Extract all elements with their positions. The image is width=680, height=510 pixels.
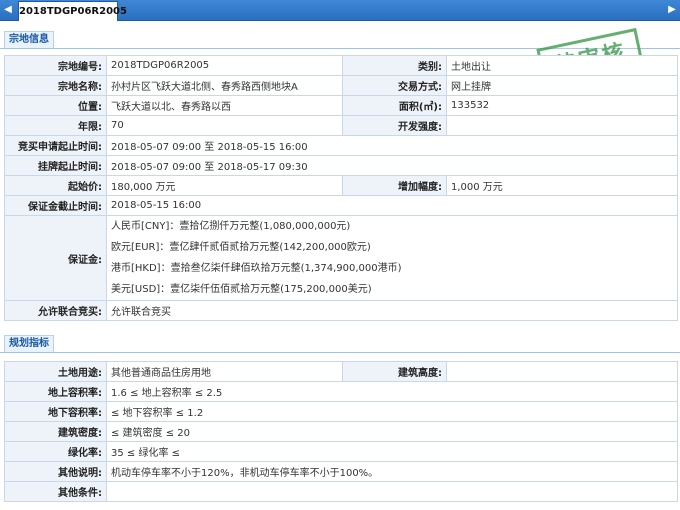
scroll-left-icon[interactable]: ◀ — [2, 2, 14, 18]
joint-bid: 允许联合竞买 — [106, 300, 678, 321]
start-price: 180,000 万元 — [106, 175, 343, 196]
scroll-right-icon[interactable]: ▶ — [666, 2, 678, 18]
far-above: 1.6 ≤ 地上容积率 ≤ 2.5 — [106, 381, 678, 402]
land-use: 其他普通商品住房用地 — [106, 361, 343, 382]
tab-parcel[interactable]: 2018TDGP06R2005 — [18, 1, 127, 21]
section-title: 宗地信息 — [4, 31, 54, 48]
table-row: 绿化率: 35 ≤ 绿化率 ≤ — [4, 441, 678, 462]
table-row: 竞买申请起止时间: 2018-05-07 09:00 至 2018-05-15 … — [4, 135, 678, 156]
listing-period: 2018-05-07 09:00 至 2018-05-17 09:30 — [106, 155, 678, 176]
table-row: 宗地编号: 2018TDGP06R2005 类别: 土地出让 — [4, 55, 678, 76]
deposit-usd: 美元[USD]：壹亿柒仟伍佰贰拾万元整(175,200,000美元) — [111, 284, 372, 295]
table-row: 宗地名称: 孙村片区飞跃大道北侧、春秀路西侧地块A 交易方式: 网上挂牌 — [4, 75, 678, 96]
table-row: 位置: 飞跃大道以北、春秀路以西 面积(㎡): 133532 — [4, 95, 678, 116]
parcel-code: 2018TDGP06R2005 — [106, 55, 343, 76]
trade-method: 网上挂牌 — [446, 75, 678, 96]
field-label: 地下容积率: — [4, 401, 107, 422]
table-row: 地上容积率: 1.6 ≤ 地上容积率 ≤ 2.5 — [4, 381, 678, 402]
table-row: 挂牌起止时间: 2018-05-07 09:00 至 2018-05-17 09… — [4, 155, 678, 176]
other-description: 机动车停车率不小于120%，非机动车停车率不小于100%。 — [106, 461, 678, 482]
field-label: 允许联合竞买: — [4, 300, 107, 321]
field-label: 宗地编号: — [4, 55, 107, 76]
parcel-term: 70 — [106, 115, 343, 136]
building-density: ≤ 建筑密度 ≤ 20 — [106, 421, 678, 442]
field-label: 竞买申请起止时间: — [4, 135, 107, 156]
parcel-location: 飞跃大道以北、春秀路以西 — [106, 95, 343, 116]
green-ratio: 35 ≤ 绿化率 ≤ — [106, 441, 678, 462]
field-label: 年限: — [4, 115, 107, 136]
price-increment: 1,000 万元 — [446, 175, 678, 196]
field-label: 面积(㎡): — [342, 95, 447, 116]
building-height — [446, 361, 678, 382]
field-label: 其他条件: — [4, 481, 107, 502]
field-label: 类别: — [342, 55, 447, 76]
parcel-name: 孙村片区飞跃大道北侧、春秀路西侧地块A — [106, 75, 343, 96]
field-label: 土地用途: — [4, 361, 107, 382]
deposit-cny: 人民币[CNY]：壹拾亿捌仟万元整(1,080,000,000元) — [111, 221, 351, 232]
table-row: 其他说明: 机动车停车率不小于120%，非机动车停车率不小于100%。 — [4, 461, 678, 482]
table-row: 允许联合竞买: 允许联合竞买 — [4, 300, 678, 321]
field-label: 保证金截止时间: — [4, 195, 107, 216]
table-row: 地下容积率: ≤ 地下容积率 ≤ 1.2 — [4, 401, 678, 422]
field-label: 交易方式: — [342, 75, 447, 96]
field-label: 保证金: — [4, 215, 107, 301]
table-row: 起始价: 180,000 万元 增加幅度: 1,000 万元 — [4, 175, 678, 196]
far-below: ≤ 地下容积率 ≤ 1.2 — [106, 401, 678, 422]
top-tab-bar: ◀ 2018TDGP06R2005 ▶ — [0, 0, 680, 21]
section-header-planning: 规划指标 — [0, 334, 680, 353]
section-title: 规划指标 — [4, 335, 54, 352]
table-row: 土地用途: 其他普通商品住房用地 建筑高度: — [4, 361, 678, 382]
deposit-eur: 欧元[EUR]：壹亿肆仟贰佰贰拾万元整(142,200,000欧元) — [111, 242, 371, 253]
table-row: 保证金截止时间: 2018-05-15 16:00 — [4, 195, 678, 216]
field-label: 位置: — [4, 95, 107, 116]
bid-period: 2018-05-07 09:00 至 2018-05-15 16:00 — [106, 135, 678, 156]
field-label: 建筑高度: — [342, 361, 447, 382]
field-label: 其他说明: — [4, 461, 107, 482]
field-label: 地上容积率: — [4, 381, 107, 402]
development-intensity — [446, 115, 678, 136]
other-conditions — [106, 481, 678, 502]
table-row: 建筑密度: ≤ 建筑密度 ≤ 20 — [4, 421, 678, 442]
parcel-category: 土地出让 — [446, 55, 678, 76]
field-label: 增加幅度: — [342, 175, 447, 196]
field-label: 开发强度: — [342, 115, 447, 136]
field-label: 绿化率: — [4, 441, 107, 462]
deposit-deadline: 2018-05-15 16:00 — [106, 195, 678, 216]
field-label: 挂牌起止时间: — [4, 155, 107, 176]
planning-table: 土地用途: 其他普通商品住房用地 建筑高度: 地上容积率: 1.6 ≤ 地上容积… — [4, 361, 678, 502]
field-label: 建筑密度: — [4, 421, 107, 442]
field-label: 宗地名称: — [4, 75, 107, 96]
parcel-info-table: 宗地编号: 2018TDGP06R2005 类别: 土地出让 宗地名称: 孙村片… — [4, 55, 678, 321]
parcel-area: 133532 — [446, 95, 678, 116]
table-row: 年限: 70 开发强度: — [4, 115, 678, 136]
deposit-hkd: 港币[HKD]：壹拾叁亿柒仟肆佰玖拾万元整(1,374,900,000港币) — [111, 263, 402, 274]
field-label: 起始价: — [4, 175, 107, 196]
table-row: 保证金: 人民币[CNY]：壹拾亿捌仟万元整(1,080,000,000元) 欧… — [4, 215, 678, 301]
table-row: 其他条件: — [4, 481, 678, 502]
deposit-amounts: 人民币[CNY]：壹拾亿捌仟万元整(1,080,000,000元) 欧元[EUR… — [106, 215, 678, 301]
